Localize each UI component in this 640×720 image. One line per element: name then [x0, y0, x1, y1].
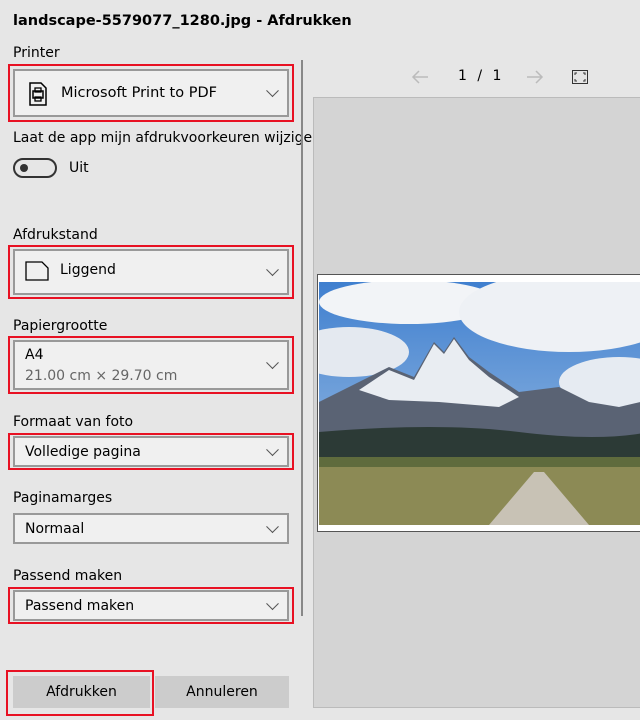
- orientation-dropdown[interactable]: Liggend: [13, 249, 289, 295]
- print-button[interactable]: Afdrukken: [13, 676, 150, 708]
- printer-label: Printer: [13, 45, 60, 61]
- chevron-down-icon: [266, 596, 279, 610]
- photo-size-dropdown[interactable]: Volledige pagina: [13, 436, 289, 467]
- margins-value: Normaal: [25, 521, 85, 537]
- printer-dropdown[interactable]: Microsoft Print to PDF: [13, 69, 289, 117]
- next-page-icon[interactable]: [525, 68, 545, 86]
- app-prefs-toggle[interactable]: [13, 158, 57, 178]
- toggle-knob: [20, 164, 28, 172]
- fit-label: Passend maken: [13, 568, 123, 584]
- toggle-state: Uit: [69, 160, 89, 176]
- page-indicator: 1 / 1: [458, 68, 501, 84]
- photo-size-label: Formaat van foto: [13, 414, 134, 430]
- cancel-button[interactable]: Annuleren: [155, 676, 289, 708]
- orientation-value: Liggend: [60, 262, 116, 278]
- paper-size-label: Papiergrootte: [13, 318, 108, 334]
- app-prefs-label: Laat de app mijn afdrukvoorkeuren wijzig…: [13, 130, 322, 146]
- landscape-photo: [319, 282, 640, 525]
- fullscreen-icon[interactable]: [572, 70, 588, 84]
- chevron-down-icon: [266, 519, 279, 533]
- paper-size-dropdown[interactable]: A4 21.00 cm × 29.70 cm: [13, 340, 289, 390]
- fit-value: Passend maken: [25, 598, 135, 614]
- paper-size-value: A4: [25, 347, 44, 363]
- fit-dropdown[interactable]: Passend maken: [13, 590, 289, 621]
- photo-size-value: Volledige pagina: [25, 444, 141, 460]
- current-page: 1: [458, 68, 467, 84]
- preview-page: [317, 274, 640, 532]
- margins-label: Paginamarges: [13, 490, 113, 506]
- margins-dropdown[interactable]: Normaal: [13, 513, 289, 544]
- page-separator: /: [477, 68, 483, 84]
- window-title: landscape-5579077_1280.jpg - Afdrukken: [13, 13, 352, 29]
- scrollbar[interactable]: [301, 60, 303, 616]
- printer-value: Microsoft Print to PDF: [61, 85, 217, 101]
- chevron-down-icon: [266, 263, 279, 277]
- previous-page-icon[interactable]: [410, 68, 430, 86]
- total-pages: 1: [492, 68, 502, 84]
- printer-icon: [29, 82, 47, 106]
- landscape-page-icon: [25, 261, 49, 281]
- orientation-label: Afdrukstand: [13, 227, 98, 243]
- print-preview-area: [313, 97, 640, 708]
- chevron-down-icon: [266, 356, 279, 370]
- chevron-down-icon: [266, 442, 279, 456]
- paper-size-dimensions: 21.00 cm × 29.70 cm: [25, 368, 178, 384]
- chevron-down-icon: [266, 84, 279, 98]
